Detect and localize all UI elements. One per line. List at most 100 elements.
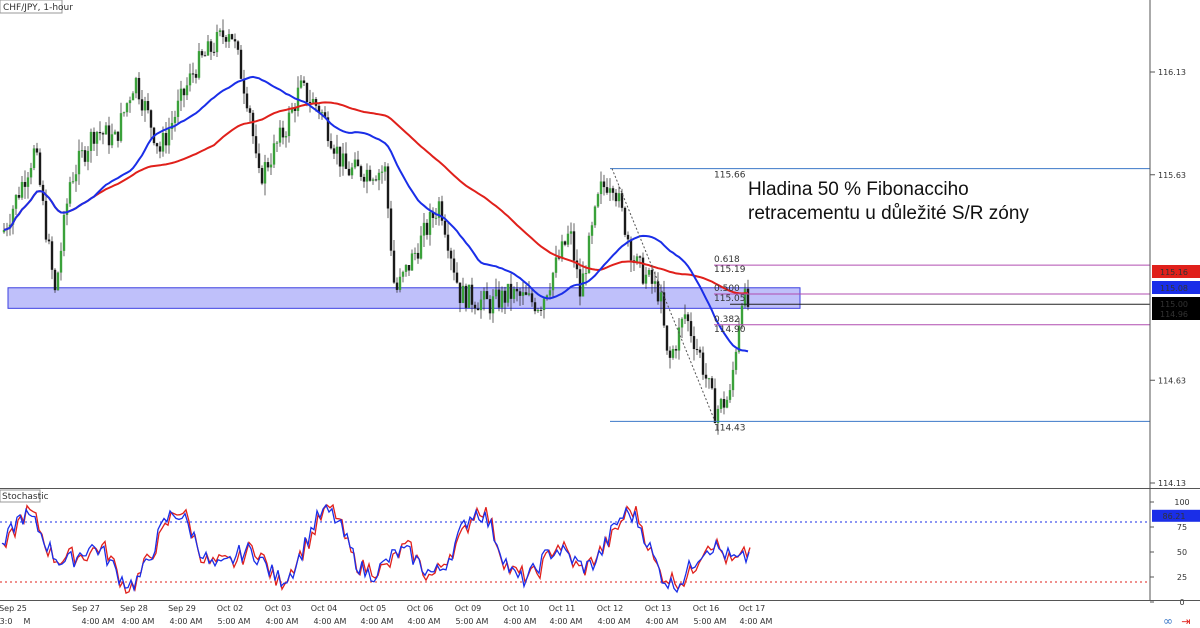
candle-body xyxy=(50,241,54,270)
candle-body xyxy=(110,134,114,146)
candle-body xyxy=(131,93,135,101)
price-tick-label: 114.63 xyxy=(1158,376,1186,385)
candle-body xyxy=(524,292,528,295)
stochastic-red-line xyxy=(2,503,751,594)
candle-body xyxy=(467,284,471,308)
candle-body xyxy=(704,374,708,379)
stoch-tick-label: 75 xyxy=(1177,523,1187,532)
candle-body xyxy=(233,39,237,42)
stochastic-blue-line xyxy=(1,503,750,594)
candle-body xyxy=(461,285,465,303)
candle-body xyxy=(434,217,438,219)
candle-body xyxy=(74,174,78,182)
price-tag-label: 114.96 xyxy=(1160,310,1188,319)
stoch-tick-label: 100 xyxy=(1174,498,1189,507)
date-label: Oct 03 xyxy=(265,604,292,613)
candle-body xyxy=(497,289,501,308)
date-label: Sep 25 xyxy=(0,604,27,613)
candle-body xyxy=(647,270,651,275)
candle-body xyxy=(101,133,105,135)
candle-body xyxy=(608,188,612,193)
candle-body xyxy=(572,231,576,261)
candle-body xyxy=(713,388,717,424)
candle-body xyxy=(611,188,615,193)
fib-price-label: 114.90 xyxy=(714,325,746,335)
time-label: 5:00 AM xyxy=(218,617,251,626)
candle-body xyxy=(413,252,417,254)
candle-body xyxy=(515,288,519,292)
date-label: Oct 05 xyxy=(360,604,387,613)
stoch-title: Stochastic xyxy=(2,492,49,502)
candle-body xyxy=(227,34,231,42)
candle-body xyxy=(56,272,60,291)
candle-body xyxy=(257,153,261,169)
candle-body xyxy=(23,181,27,187)
candle-body xyxy=(470,284,474,305)
candle-body xyxy=(509,283,513,299)
candle-body xyxy=(353,159,357,168)
candle-body xyxy=(458,282,462,303)
candle-body xyxy=(521,292,525,296)
candle-body xyxy=(596,194,600,207)
candle-body xyxy=(392,250,396,283)
candle-body xyxy=(26,177,30,187)
chart-canvas: 116.13 115.63 114.63 114.13 115.66 114.43 0.6… xyxy=(0,0,1200,628)
candle-body xyxy=(623,207,627,235)
candle-body xyxy=(182,88,186,96)
candle-body xyxy=(584,273,588,275)
candle-body xyxy=(107,125,111,146)
candle-body xyxy=(428,212,432,235)
candle-body xyxy=(416,252,420,259)
candle-body xyxy=(563,241,567,245)
candle-body xyxy=(158,146,162,152)
candle-body xyxy=(692,336,696,350)
candle-body xyxy=(242,78,246,94)
stoch-tick-label: 50 xyxy=(1177,548,1187,557)
candle-body xyxy=(479,299,483,311)
candle-body xyxy=(206,41,210,56)
candle-body xyxy=(482,291,486,300)
candle-body xyxy=(650,270,654,284)
candle-body xyxy=(167,128,171,146)
candle-body xyxy=(485,291,489,300)
candle-body xyxy=(341,153,345,167)
candle-body xyxy=(32,148,36,169)
candle-body xyxy=(446,234,450,251)
candle-body xyxy=(260,168,264,184)
candle-body xyxy=(419,235,423,259)
candle-body xyxy=(179,88,183,101)
candle-body xyxy=(311,98,315,103)
time-label: 4:00 AM xyxy=(361,617,394,626)
candle-body xyxy=(701,352,705,375)
candle-body xyxy=(356,159,360,167)
candle-body xyxy=(653,281,657,284)
candle-body xyxy=(188,73,192,86)
candle-body xyxy=(539,309,543,311)
candle-body xyxy=(62,214,66,251)
candle-body xyxy=(443,220,447,235)
candle-body xyxy=(125,103,129,113)
candle-body xyxy=(530,293,534,303)
candle-body xyxy=(626,234,630,240)
price-tick-label: 116.13 xyxy=(1158,68,1186,77)
arrow-right-icon: ⇥ xyxy=(1181,615,1190,628)
candle-body xyxy=(638,256,642,258)
candle-body xyxy=(698,349,702,353)
candle-body xyxy=(368,169,372,181)
candle-body xyxy=(53,269,57,291)
candle-body xyxy=(212,51,216,53)
candle-body xyxy=(281,127,285,138)
candle-body xyxy=(272,143,276,165)
annotation-line-2: retracementu u důležité S/R zóny xyxy=(748,203,1029,224)
candle-body xyxy=(203,55,207,57)
candle-body xyxy=(86,150,90,162)
candle-body xyxy=(614,192,618,202)
candle-body xyxy=(590,225,594,236)
candle-body xyxy=(239,49,243,79)
candle-body xyxy=(116,131,120,141)
candle-body xyxy=(278,127,282,143)
candle-body xyxy=(683,314,687,319)
candle-body xyxy=(308,101,312,103)
candle-body xyxy=(464,285,468,308)
candle-body xyxy=(134,77,138,94)
